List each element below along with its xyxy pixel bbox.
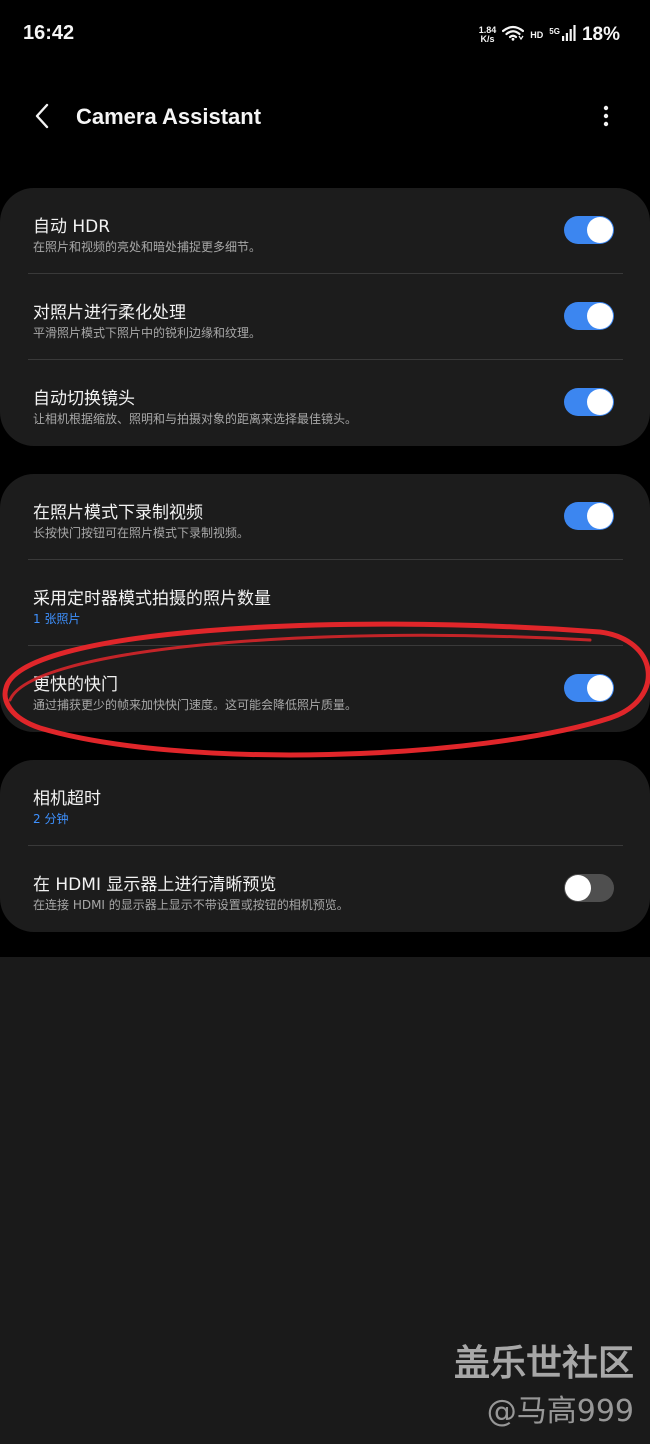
setting-title: 在 HDMI 显示器上进行清晰预览 (33, 875, 277, 895)
more-vertical-icon (603, 105, 609, 131)
setting-description: 通过捕获更少的帧来加快快门速度。这可能会降低照片质量。 (33, 698, 358, 712)
setting-video-in-photo-mode[interactable]: 在照片模式下录制视频 长按快门按钮可在照片模式下录制视频。 (0, 474, 650, 560)
setting-description: 在照片和视频的亮处和暗处捕捉更多细节。 (33, 240, 262, 254)
setting-description: 在连接 HDMI 的显示器上显示不带设置或按钮的相机预览。 (33, 898, 349, 912)
settings-group-image-processing: 自动 HDR 在照片和视频的亮处和暗处捕捉更多细节。 对照片进行柔化处理 平滑照… (0, 188, 650, 446)
status-icons: 1.84 K/s HD 5G 18% (479, 24, 620, 46)
setting-faster-shutter[interactable]: 更快的快门 通过捕获更少的帧来加快快门速度。这可能会降低照片质量。 (0, 646, 650, 732)
network-speed-unit: K/s (480, 34, 495, 44)
setting-value: 1 张照片 (33, 612, 81, 626)
signal-icon (561, 25, 576, 45)
setting-title: 对照片进行柔化处理 (33, 303, 186, 323)
page-title: Camera Assistant (76, 104, 262, 129)
status-bar: 16:42 1.84 K/s HD 5G 18% (0, 0, 650, 72)
faster-shutter-toggle[interactable] (564, 674, 614, 702)
auto-lens-switching-toggle[interactable] (564, 388, 614, 416)
settings-group-general: 相机超时 2 分钟 在 HDMI 显示器上进行清晰预览 在连接 HDMI 的显示… (0, 760, 650, 932)
setting-description: 让相机根据缩放、照明和与拍摄对象的距离来选择最佳镜头。 (33, 412, 358, 426)
watermark-author: @马高999 (486, 1394, 634, 1429)
setting-auto-lens-switching[interactable]: 自动切换镜头 让相机根据缩放、照明和与拍摄对象的距离来选择最佳镜头。 (0, 360, 650, 446)
status-time: 16:42 (23, 22, 75, 44)
toggle-knob (565, 875, 591, 901)
setting-camera-timeout[interactable]: 相机超时 2 分钟 (0, 760, 650, 846)
setting-timer-photo-count[interactable]: 采用定时器模式拍摄的照片数量 1 张照片 (0, 560, 650, 646)
settings-group-shooting: 在照片模式下录制视频 长按快门按钮可在照片模式下录制视频。 采用定时器模式拍摄的… (0, 474, 650, 732)
more-options-button[interactable] (590, 102, 622, 134)
video-in-photo-mode-toggle[interactable] (564, 502, 614, 530)
soften-pictures-toggle[interactable] (564, 302, 614, 330)
toggle-knob (587, 217, 613, 243)
setting-description: 平滑照片模式下照片中的锐利边缘和纹理。 (33, 326, 262, 340)
hd-voice-label: HD (530, 30, 544, 40)
setting-title: 采用定时器模式拍摄的照片数量 (33, 589, 271, 609)
setting-title: 在照片模式下录制视频 (33, 503, 203, 523)
setting-title: 相机超时 (33, 789, 101, 809)
wifi-icon (502, 25, 525, 45)
setting-value: 2 分钟 (33, 812, 69, 826)
setting-title: 自动切换镜头 (33, 389, 135, 409)
setting-clean-hdmi-preview[interactable]: 在 HDMI 显示器上进行清晰预览 在连接 HDMI 的显示器上显示不带设置或按… (0, 846, 650, 932)
toggle-knob (587, 303, 613, 329)
chevron-left-icon (34, 103, 50, 133)
setting-title: 自动 HDR (33, 217, 111, 237)
back-button[interactable] (24, 100, 60, 136)
toggle-knob (587, 389, 613, 415)
toggle-knob (587, 503, 613, 529)
setting-auto-hdr[interactable]: 自动 HDR 在照片和视频的亮处和暗处捕捉更多细节。 (0, 188, 650, 274)
setting-title: 更快的快门 (33, 675, 118, 695)
battery-percentage: 18% (581, 24, 620, 45)
network-speed: 1.84 K/s (479, 26, 497, 44)
toggle-knob (587, 675, 613, 701)
setting-soften-pictures[interactable]: 对照片进行柔化处理 平滑照片模式下照片中的锐利边缘和纹理。 (0, 274, 650, 360)
auto-hdr-toggle[interactable] (564, 216, 614, 244)
app-header: Camera Assistant (0, 88, 650, 148)
watermark-community: 盖乐世社区 (453, 1343, 634, 1384)
clean-hdmi-preview-toggle[interactable] (564, 874, 614, 902)
network-type-label: 5G (549, 26, 560, 36)
setting-description: 长按快门按钮可在照片模式下录制视频。 (33, 526, 250, 540)
